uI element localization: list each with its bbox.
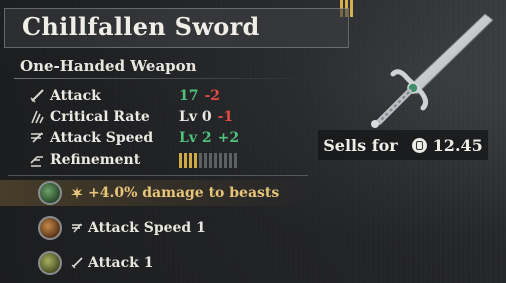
divider	[14, 78, 314, 79]
stat-delta: -1	[217, 109, 234, 125]
sell-price-box: Sells for 12.45	[318, 130, 488, 160]
sell-price: 12.45	[432, 135, 483, 155]
stat-label: Critical Rate	[50, 109, 150, 125]
divider	[8, 175, 308, 176]
attack-speed-icon	[72, 223, 82, 233]
refinement-segment	[179, 152, 182, 168]
refinement-segment	[184, 152, 187, 168]
perk-row-attack-speed[interactable]: Attack Speed 1	[38, 215, 206, 241]
refinement-segment	[199, 152, 202, 168]
stat-value: Lv 2	[179, 130, 212, 146]
refinement-segment	[204, 152, 207, 168]
perk-text: Attack 1	[88, 255, 154, 271]
stat-label: Attack	[50, 88, 101, 104]
refinement-segment	[234, 152, 237, 168]
refinement-segment	[219, 152, 222, 168]
orange-gem-icon	[38, 216, 62, 240]
stat-value: 17	[179, 88, 199, 104]
coin-icon	[411, 137, 427, 153]
refinement-icon	[30, 156, 43, 167]
sword-icon	[371, 13, 494, 128]
item-name: Chillfallen Sword	[22, 12, 260, 41]
perk-row-attack[interactable]: Attack 1	[38, 250, 153, 276]
stat-row-refinement: Refinement	[28, 150, 237, 170]
refinement-segment	[229, 152, 232, 168]
stat-label: Attack Speed	[50, 130, 154, 146]
perk-text: Attack Speed 1	[88, 220, 206, 236]
perk-text: +4.0% damage to beasts	[88, 185, 280, 201]
refinement-segment	[209, 152, 212, 168]
attack-speed-icon	[31, 132, 43, 143]
stat-row-attack: Attack 17 -2	[28, 86, 220, 106]
refinement-bar	[179, 152, 237, 168]
stat-row-attack-speed: Attack Speed Lv 2 +2	[28, 128, 239, 148]
stat-row-critical-rate: Critical Rate Lv 0 -1	[28, 107, 233, 127]
perk-row-beast-damage[interactable]: +4.0% damage to beasts	[0, 180, 310, 206]
attack-icon	[30, 89, 44, 103]
refinement-segment	[214, 152, 217, 168]
attack-icon	[71, 257, 83, 269]
sell-label: Sells for	[323, 135, 398, 155]
stat-delta: +2	[217, 130, 240, 146]
burst-icon	[71, 187, 83, 199]
item-tooltip-panel: Chillfallen Sword One-Handed Weapon Atta…	[0, 0, 506, 283]
critical-rate-icon	[31, 110, 44, 124]
refinement-segment	[189, 152, 192, 168]
item-type: One-Handed Weapon	[20, 57, 197, 75]
green-gem-icon	[38, 181, 62, 205]
stat-value: Lv 0	[179, 109, 212, 125]
stat-delta: -2	[204, 88, 221, 104]
refinement-segment	[194, 152, 197, 168]
olive-gem-icon	[38, 251, 62, 275]
refinement-segment	[224, 152, 227, 168]
stat-label: Refinement	[50, 152, 141, 168]
